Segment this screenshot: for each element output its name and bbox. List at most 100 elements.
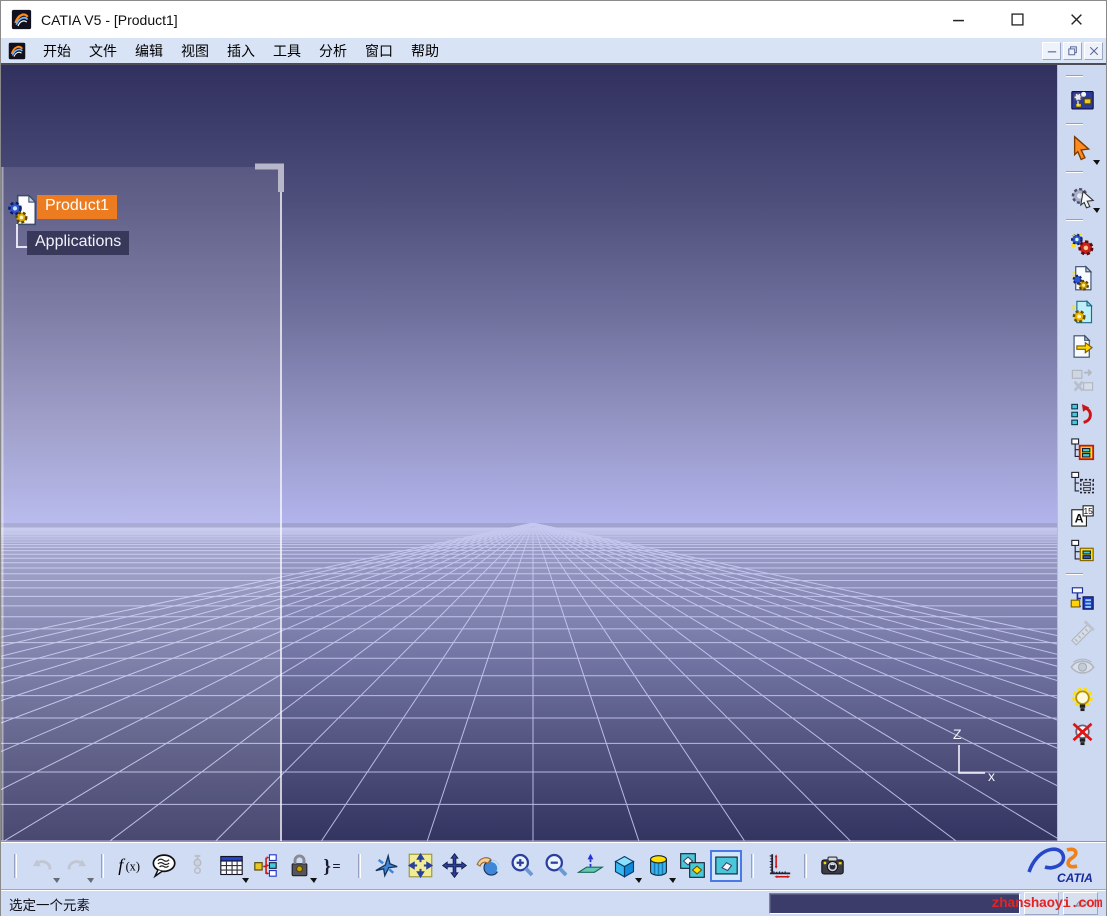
knowledge-inspector-button[interactable] [181, 850, 213, 882]
zoom-out-button[interactable] [540, 850, 572, 882]
dropdown-caret[interactable] [635, 878, 642, 883]
equivalent-dimensions-button[interactable]: }= [317, 850, 349, 882]
3d-viewport[interactable]: Product1 Applications Z x [1, 65, 1057, 841]
tree-node-applications[interactable]: Applications [27, 231, 129, 255]
generate-numbering-button[interactable] [1066, 432, 1098, 464]
right-toolbar: A15 [1057, 65, 1106, 841]
axis-indicator: Z x [941, 723, 1011, 785]
redo-button[interactable] [60, 850, 92, 882]
new-component-button[interactable] [1066, 262, 1098, 294]
toolbar-handle[interactable] [1066, 75, 1083, 77]
light-on-button[interactable] [1066, 684, 1098, 716]
hide-show-toggle-button[interactable] [676, 850, 708, 882]
measdis-icon [1069, 619, 1096, 646]
window-minimize-button[interactable] [929, 1, 988, 38]
multi-instantiation-button[interactable] [1066, 534, 1098, 566]
vspace-icon [713, 852, 740, 879]
rotate-button[interactable] [472, 850, 504, 882]
axis-x-label: x [988, 768, 995, 784]
dims-icon [766, 852, 793, 879]
menu-item-analyze[interactable]: 分析 [310, 39, 356, 63]
dropdown-caret[interactable] [669, 878, 676, 883]
toolbar-handle[interactable] [101, 854, 104, 878]
workbench-button[interactable] [1066, 84, 1098, 116]
title-bar: CATIA V5 - [Product1] [1, 1, 1106, 38]
toolbar-handle[interactable] [751, 854, 754, 878]
comment-icon [150, 852, 177, 879]
power-input-field[interactable] [769, 893, 1020, 914]
menu-item-window[interactable]: 窗口 [356, 39, 402, 63]
toolbar-handle[interactable] [14, 854, 17, 878]
menu-item-help[interactable]: 帮助 [402, 39, 448, 63]
document-restore-button[interactable] [1063, 42, 1082, 60]
document-close-button[interactable] [1084, 42, 1103, 60]
toolbar-handle[interactable] [1066, 219, 1083, 221]
swap-visible-space-button[interactable] [710, 850, 742, 882]
lock-icon [286, 852, 313, 879]
comments-button[interactable] [147, 850, 179, 882]
menu-item-tools[interactable]: 工具 [264, 39, 310, 63]
dropdown-caret[interactable] [1093, 160, 1100, 165]
knowledge-template-button[interactable] [249, 850, 281, 882]
hide-show-button[interactable] [1066, 650, 1098, 682]
toolbar-handle[interactable] [358, 854, 361, 878]
selection-sets-button[interactable] [1066, 180, 1098, 212]
selective-load-button[interactable] [1066, 466, 1098, 498]
design-table-button[interactable] [215, 850, 247, 882]
dropdown-caret[interactable] [87, 878, 94, 883]
select-button[interactable] [1066, 132, 1098, 164]
light-off-button[interactable] [1066, 718, 1098, 750]
product-structure-tools-button[interactable] [1066, 582, 1098, 614]
lock-parameters-button[interactable] [283, 850, 315, 882]
menu-item-insert[interactable]: 插入 [218, 39, 264, 63]
formula-button[interactable]: f(x) [113, 850, 145, 882]
catia-window: CATIA V5 - [Product1] 开始文件编辑视图插入工具分析窗口帮助 [0, 0, 1107, 916]
document-window-controls [1040, 42, 1103, 60]
toolbar-handle[interactable] [1066, 171, 1083, 173]
ds-catia-logo: CATIA [1021, 842, 1099, 888]
background-grid [1, 65, 1057, 841]
menu-item-start[interactable]: 开始 [34, 39, 80, 63]
dropdown-caret[interactable] [53, 878, 60, 883]
isometric-view-button[interactable] [608, 850, 640, 882]
capture-button[interactable] [816, 850, 848, 882]
component-button[interactable] [1066, 228, 1098, 260]
table-icon [218, 852, 245, 879]
restore-document-icon [1068, 46, 1078, 56]
diagram-icon [252, 852, 279, 879]
window-close-button[interactable] [1047, 1, 1106, 38]
graph-tree-reordering-button[interactable] [1066, 398, 1098, 430]
zoom-in-button[interactable] [506, 850, 538, 882]
toolbar-handle[interactable] [1066, 573, 1083, 575]
measure-button[interactable] [1066, 616, 1098, 648]
toolbar-handle[interactable] [1066, 123, 1083, 125]
document-minimize-button[interactable] [1042, 42, 1061, 60]
fit-all-in-button[interactable] [404, 850, 436, 882]
normal-view-button[interactable] [574, 850, 606, 882]
dropdown-caret[interactable] [310, 878, 317, 883]
undo-button[interactable] [26, 850, 58, 882]
window-maximize-button[interactable] [988, 1, 1047, 38]
toolbar-handle[interactable] [804, 854, 807, 878]
menu-item-edit[interactable]: 编辑 [126, 39, 172, 63]
docarrow-icon [1069, 333, 1096, 360]
replace-component-button[interactable] [1066, 364, 1098, 396]
tree-node-product1[interactable]: Product1 [37, 195, 117, 219]
dropdown-caret[interactable] [242, 878, 249, 883]
menu-item-file[interactable]: 文件 [80, 39, 126, 63]
rotate-icon [475, 852, 502, 879]
dimensions-button[interactable] [763, 850, 795, 882]
camera-icon [819, 852, 846, 879]
status-message: 选定一个元素 [9, 894, 90, 914]
menu-item-view[interactable]: 视图 [172, 39, 218, 63]
render-style-button[interactable] [642, 850, 674, 882]
new-part-button[interactable] [1066, 296, 1098, 328]
dropdown-caret[interactable] [1093, 208, 1100, 213]
product-node-icon[interactable] [6, 193, 40, 227]
manage-representations-button[interactable]: A15 [1066, 500, 1098, 532]
geardoc-icon [1069, 299, 1096, 326]
fly-mode-button[interactable] [370, 850, 402, 882]
catia-document-icon [8, 42, 26, 60]
pan-button[interactable] [438, 850, 470, 882]
existing-component-button[interactable] [1066, 330, 1098, 362]
